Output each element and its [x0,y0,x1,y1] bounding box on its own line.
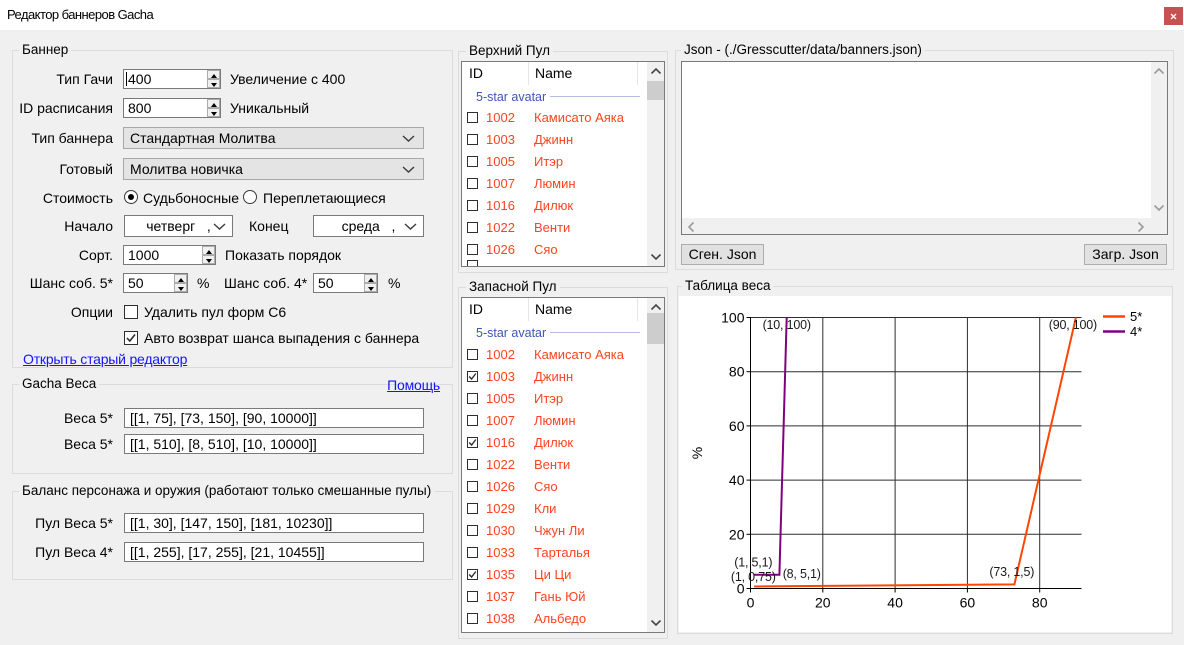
svg-text:40: 40 [729,472,745,488]
svg-text:20: 20 [815,595,831,611]
svg-text:40: 40 [887,595,903,611]
svg-text:(90, 100): (90, 100) [1049,318,1097,332]
svg-text:(73, 1,5): (73, 1,5) [989,565,1034,579]
svg-text:(1, 5,1): (1, 5,1) [734,556,772,570]
svg-text:(8, 5,1): (8, 5,1) [783,567,821,581]
svg-text:80: 80 [729,364,745,380]
svg-text:(1, 0,75): (1, 0,75) [731,570,776,584]
svg-text:(10, 100): (10, 100) [763,318,811,332]
svg-text:5*: 5* [1130,309,1142,324]
svg-text:0: 0 [747,595,755,611]
svg-text:60: 60 [960,595,976,611]
svg-text:%: % [689,447,705,459]
svg-text:80: 80 [1032,595,1048,611]
svg-text:100: 100 [721,310,745,326]
svg-text:20: 20 [729,526,745,542]
svg-text:4*: 4* [1130,324,1142,339]
svg-text:60: 60 [729,418,745,434]
